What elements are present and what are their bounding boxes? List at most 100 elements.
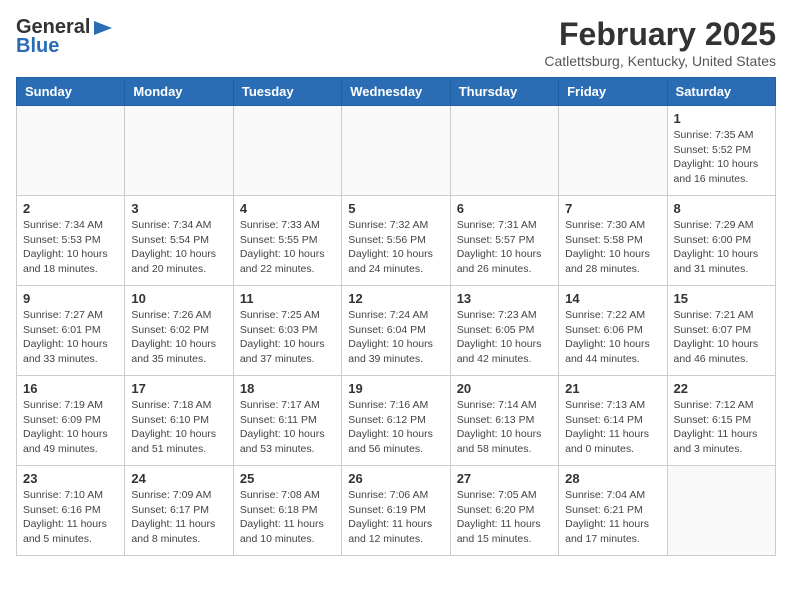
calendar-week-row: 16 Sunrise: 7:19 AM Sunset: 6:09 PM Dayli…: [17, 376, 776, 466]
day-info: Sunrise: 7:04 AM Sunset: 6:21 PM Dayligh…: [565, 488, 660, 547]
calendar-cell: 24 Sunrise: 7:09 AM Sunset: 6:17 PM Dayli…: [125, 466, 233, 556]
weekday-header-sunday: Sunday: [17, 78, 125, 106]
day-number: 27: [457, 471, 552, 486]
calendar-cell: [667, 466, 775, 556]
calendar-cell: [559, 106, 667, 196]
calendar-cell: [342, 106, 450, 196]
day-number: 9: [23, 291, 118, 306]
calendar-cell: 26 Sunrise: 7:06 AM Sunset: 6:19 PM Dayli…: [342, 466, 450, 556]
day-number: 16: [23, 381, 118, 396]
calendar-cell: 21 Sunrise: 7:13 AM Sunset: 6:14 PM Dayli…: [559, 376, 667, 466]
calendar-cell: 15Sunrise: 7:21 AM Sunset: 6:07 PM Dayli…: [667, 286, 775, 376]
day-number: 3: [131, 201, 226, 216]
calendar-cell: 19Sunrise: 7:16 AM Sunset: 6:12 PM Dayli…: [342, 376, 450, 466]
weekday-header-tuesday: Tuesday: [233, 78, 341, 106]
page-header: General Blue February 2025 Catlettsburg,…: [16, 16, 776, 69]
day-info: Sunrise: 7:17 AM Sunset: 6:11 PM Dayligh…: [240, 398, 335, 457]
day-info: Sunrise: 7:12 AM Sunset: 6:15 PM Dayligh…: [674, 398, 769, 457]
day-number: 23: [23, 471, 118, 486]
day-info: Sunrise: 7:23 AM Sunset: 6:05 PM Dayligh…: [457, 308, 552, 367]
calendar-week-row: 9 Sunrise: 7:27 AM Sunset: 6:01 PM Daylig…: [17, 286, 776, 376]
day-number: 28: [565, 471, 660, 486]
day-number: 24: [131, 471, 226, 486]
calendar-cell: 20Sunrise: 7:14 AM Sunset: 6:13 PM Dayli…: [450, 376, 558, 466]
calendar-cell: 18 Sunrise: 7:17 AM Sunset: 6:11 PM Dayli…: [233, 376, 341, 466]
day-info: Sunrise: 7:10 AM Sunset: 6:16 PM Dayligh…: [23, 488, 118, 547]
day-info: Sunrise: 7:26 AM Sunset: 6:02 PM Dayligh…: [131, 308, 226, 367]
day-info: Sunrise: 7:18 AM Sunset: 6:10 PM Dayligh…: [131, 398, 226, 457]
weekday-header-friday: Friday: [559, 78, 667, 106]
day-number: 10: [131, 291, 226, 306]
calendar-cell: 3Sunrise: 7:34 AM Sunset: 5:54 PM Daylig…: [125, 196, 233, 286]
day-info: Sunrise: 7:31 AM Sunset: 5:57 PM Dayligh…: [457, 218, 552, 277]
day-number: 15: [674, 291, 769, 306]
day-info: Sunrise: 7:09 AM Sunset: 6:17 PM Dayligh…: [131, 488, 226, 547]
day-number: 14: [565, 291, 660, 306]
day-info: Sunrise: 7:24 AM Sunset: 6:04 PM Dayligh…: [348, 308, 443, 367]
day-info: Sunrise: 7:05 AM Sunset: 6:20 PM Dayligh…: [457, 488, 552, 547]
calendar-week-row: 2 Sunrise: 7:34 AM Sunset: 5:53 PM Daylig…: [17, 196, 776, 286]
logo-flag-icon: [92, 19, 114, 37]
location-text: Catlettsburg, Kentucky, United States: [544, 53, 776, 69]
title-area: February 2025 Catlettsburg, Kentucky, Un…: [544, 16, 776, 69]
calendar-cell: 23 Sunrise: 7:10 AM Sunset: 6:16 PM Dayli…: [17, 466, 125, 556]
day-info: Sunrise: 7:34 AM Sunset: 5:53 PM Dayligh…: [23, 218, 118, 277]
calendar-cell: 7 Sunrise: 7:30 AM Sunset: 5:58 PM Daylig…: [559, 196, 667, 286]
calendar-cell: 13 Sunrise: 7:23 AM Sunset: 6:05 PM Dayli…: [450, 286, 558, 376]
day-info: Sunrise: 7:30 AM Sunset: 5:58 PM Dayligh…: [565, 218, 660, 277]
calendar-cell: 22 Sunrise: 7:12 AM Sunset: 6:15 PM Dayli…: [667, 376, 775, 466]
weekday-header-monday: Monday: [125, 78, 233, 106]
logo-blue-text: Blue: [16, 35, 59, 58]
calendar-cell: 2 Sunrise: 7:34 AM Sunset: 5:53 PM Daylig…: [17, 196, 125, 286]
calendar-cell: [125, 106, 233, 196]
weekday-header-wednesday: Wednesday: [342, 78, 450, 106]
calendar-cell: 1 Sunrise: 7:35 AM Sunset: 5:52 PM Daylig…: [667, 106, 775, 196]
day-info: Sunrise: 7:32 AM Sunset: 5:56 PM Dayligh…: [348, 218, 443, 277]
day-number: 13: [457, 291, 552, 306]
calendar-table: SundayMondayTuesdayWednesdayThursdayFrid…: [16, 77, 776, 556]
day-number: 2: [23, 201, 118, 216]
day-info: Sunrise: 7:08 AM Sunset: 6:18 PM Dayligh…: [240, 488, 335, 547]
day-number: 12: [348, 291, 443, 306]
day-info: Sunrise: 7:25 AM Sunset: 6:03 PM Dayligh…: [240, 308, 335, 367]
day-number: 25: [240, 471, 335, 486]
calendar-cell: 4 Sunrise: 7:33 AM Sunset: 5:55 PM Daylig…: [233, 196, 341, 286]
day-number: 18: [240, 381, 335, 396]
day-info: Sunrise: 7:35 AM Sunset: 5:52 PM Dayligh…: [674, 128, 769, 187]
calendar-week-row: 1 Sunrise: 7:35 AM Sunset: 5:52 PM Daylig…: [17, 106, 776, 196]
calendar-cell: 8Sunrise: 7:29 AM Sunset: 6:00 PM Daylig…: [667, 196, 775, 286]
calendar-header-row: SundayMondayTuesdayWednesdayThursdayFrid…: [17, 78, 776, 106]
day-number: 21: [565, 381, 660, 396]
day-number: 5: [348, 201, 443, 216]
day-info: Sunrise: 7:19 AM Sunset: 6:09 PM Dayligh…: [23, 398, 118, 457]
day-info: Sunrise: 7:33 AM Sunset: 5:55 PM Dayligh…: [240, 218, 335, 277]
day-number: 4: [240, 201, 335, 216]
day-info: Sunrise: 7:13 AM Sunset: 6:14 PM Dayligh…: [565, 398, 660, 457]
calendar-cell: [450, 106, 558, 196]
calendar-week-row: 23 Sunrise: 7:10 AM Sunset: 6:16 PM Dayli…: [17, 466, 776, 556]
day-info: Sunrise: 7:27 AM Sunset: 6:01 PM Dayligh…: [23, 308, 118, 367]
month-title: February 2025: [544, 16, 776, 53]
calendar-cell: [233, 106, 341, 196]
calendar-cell: 16 Sunrise: 7:19 AM Sunset: 6:09 PM Dayli…: [17, 376, 125, 466]
day-number: 7: [565, 201, 660, 216]
calendar-cell: 9 Sunrise: 7:27 AM Sunset: 6:01 PM Daylig…: [17, 286, 125, 376]
day-number: 11: [240, 291, 335, 306]
day-info: Sunrise: 7:29 AM Sunset: 6:00 PM Dayligh…: [674, 218, 769, 277]
day-number: 19: [348, 381, 443, 396]
day-number: 1: [674, 111, 769, 126]
day-number: 26: [348, 471, 443, 486]
calendar-cell: 14 Sunrise: 7:22 AM Sunset: 6:06 PM Dayli…: [559, 286, 667, 376]
logo: General Blue: [16, 16, 114, 58]
day-number: 22: [674, 381, 769, 396]
weekday-header-saturday: Saturday: [667, 78, 775, 106]
calendar-cell: 27 Sunrise: 7:05 AM Sunset: 6:20 PM Dayli…: [450, 466, 558, 556]
calendar-cell: 6 Sunrise: 7:31 AM Sunset: 5:57 PM Daylig…: [450, 196, 558, 286]
day-info: Sunrise: 7:06 AM Sunset: 6:19 PM Dayligh…: [348, 488, 443, 547]
calendar-cell: 11 Sunrise: 7:25 AM Sunset: 6:03 PM Dayli…: [233, 286, 341, 376]
calendar-cell: 5 Sunrise: 7:32 AM Sunset: 5:56 PM Daylig…: [342, 196, 450, 286]
day-number: 6: [457, 201, 552, 216]
day-info: Sunrise: 7:14 AM Sunset: 6:13 PM Dayligh…: [457, 398, 552, 457]
day-info: Sunrise: 7:22 AM Sunset: 6:06 PM Dayligh…: [565, 308, 660, 367]
weekday-header-thursday: Thursday: [450, 78, 558, 106]
